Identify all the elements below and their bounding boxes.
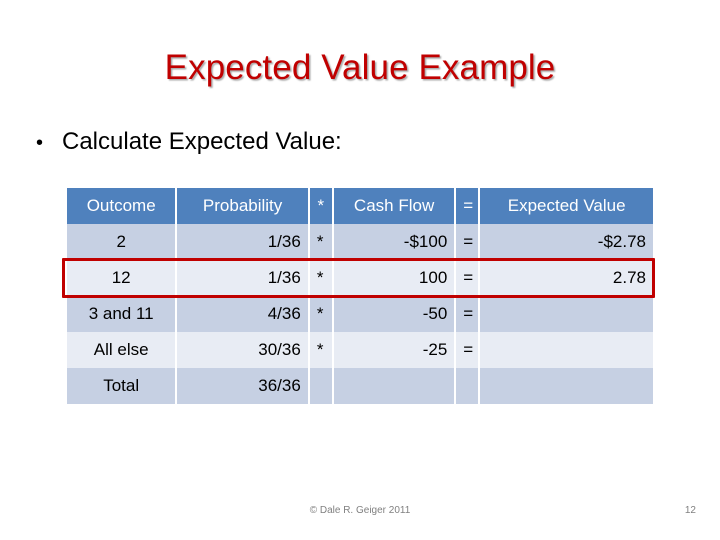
cell-outcome: 12 xyxy=(67,260,176,296)
cell-probability: 36/36 xyxy=(177,368,308,404)
cell-multiply: * xyxy=(309,296,332,332)
expected-value-table: Outcome Probability * Cash Flow = Expect… xyxy=(65,188,655,404)
table-row: 12 1/36 * 100 = 2.78 xyxy=(67,260,653,296)
page-title: Expected Value Example xyxy=(164,48,556,87)
cell-cash-flow: -50 xyxy=(333,296,455,332)
cell-expected-value xyxy=(480,332,653,368)
cell-outcome: 3 and 11 xyxy=(67,296,176,332)
cell-outcome: All else xyxy=(67,332,176,368)
cell-outcome: 2 xyxy=(67,224,176,260)
column-header-cash-flow: Cash Flow xyxy=(333,188,455,224)
cell-cash-flow xyxy=(333,368,455,404)
cell-equals: = xyxy=(456,260,479,296)
bullet-item-label: Calculate Expected Value: xyxy=(62,128,342,155)
table-row: All else 30/36 * -25 = xyxy=(67,332,653,368)
cell-multiply: * xyxy=(309,224,332,260)
table-header-row: Outcome Probability * Cash Flow = Expect… xyxy=(67,188,653,224)
cell-cash-flow: -$100 xyxy=(333,224,455,260)
bullet-list: • Calculate Expected Value: xyxy=(36,128,676,157)
cell-probability: 30/36 xyxy=(177,332,308,368)
cell-expected-value: -$2.78 xyxy=(480,224,653,260)
copyright-notice: © Dale R. Geiger 2011 xyxy=(309,505,411,516)
column-header-equals: = xyxy=(456,188,479,224)
bullet-point-icon: • xyxy=(36,132,44,154)
cell-equals: = xyxy=(456,224,479,260)
column-header-expected-value: Expected Value xyxy=(480,188,653,224)
cell-expected-value xyxy=(480,368,653,404)
slide-canvas: Expected Value Example • Calculate Expec… xyxy=(0,0,720,540)
table-row: Total 36/36 xyxy=(67,368,653,404)
page-number: 12 xyxy=(684,505,696,516)
cell-equals xyxy=(456,368,479,404)
cell-cash-flow: 100 xyxy=(333,260,455,296)
list-item: • Calculate Expected Value: xyxy=(36,128,676,157)
cell-outcome: Total xyxy=(67,368,176,404)
cell-expected-value xyxy=(480,296,653,332)
cell-probability: 1/36 xyxy=(177,224,308,260)
cell-multiply: * xyxy=(309,260,332,296)
column-header-outcome: Outcome xyxy=(67,188,176,224)
table-row: 2 1/36 * -$100 = -$2.78 xyxy=(67,224,653,260)
cell-multiply xyxy=(309,368,332,404)
cell-cash-flow: -25 xyxy=(333,332,455,368)
cell-expected-value: 2.78 xyxy=(480,260,653,296)
table-row: 3 and 11 4/36 * -50 = xyxy=(67,296,653,332)
cell-equals: = xyxy=(456,332,479,368)
cell-multiply: * xyxy=(309,332,332,368)
cell-equals: = xyxy=(456,296,479,332)
column-header-multiply: * xyxy=(309,188,332,224)
column-header-probability: Probability xyxy=(177,188,308,224)
cell-probability: 4/36 xyxy=(177,296,308,332)
cell-probability: 1/36 xyxy=(177,260,308,296)
